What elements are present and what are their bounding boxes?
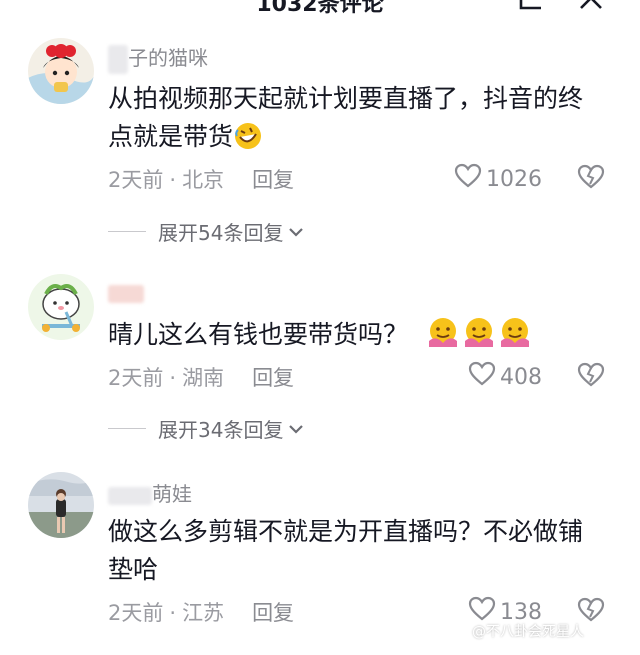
- comment-time: 2天前: [108, 601, 164, 625]
- hug-emoji-icon: [498, 315, 532, 349]
- like-count: 408: [500, 364, 542, 390]
- username[interactable]: [108, 280, 144, 304]
- comment-location: 江苏: [182, 601, 225, 625]
- meta-separator: ·: [169, 366, 177, 390]
- avatar[interactable]: [28, 38, 94, 104]
- comment-location: 湖南: [182, 366, 225, 390]
- hug-emoji-group: [418, 318, 532, 349]
- dislike-button[interactable]: [576, 163, 606, 191]
- comment-time: 2天前: [108, 168, 164, 192]
- comments-header: 1032条评论: [0, 0, 640, 17]
- chevron-down-icon: [287, 220, 305, 244]
- expand-replies-label: 展开54条回复: [158, 221, 284, 245]
- comment-meta: 2天前 · 北京 回复: [108, 164, 294, 194]
- reply-button[interactable]: 回复: [252, 366, 294, 390]
- avatar[interactable]: [28, 274, 94, 340]
- comment-location: 北京: [182, 168, 225, 192]
- heart-icon: [454, 163, 482, 195]
- divider-line: [108, 428, 146, 429]
- hug-emoji-icon: [426, 315, 460, 349]
- comment-text: 晴儿这么有钱也要带货吗？: [108, 315, 598, 354]
- username[interactable]: 蜜子的猫咪: [108, 42, 208, 74]
- reply-button[interactable]: 回复: [252, 168, 294, 192]
- comment-meta: 2天前 · 湖南 回复: [108, 362, 294, 392]
- dislike-button[interactable]: [576, 361, 606, 389]
- like-count: 1026: [486, 166, 542, 192]
- comment-text: 从拍视频那天起就计划要直播了，抖音的终点就是带货: [108, 80, 598, 156]
- broken-heart-icon: [576, 164, 606, 195]
- comment-meta: 2天前 · 江苏 回复: [108, 597, 294, 627]
- comment-text-body: 从拍视频那天起就计划要直播了，抖音的终点就是带货: [108, 84, 584, 151]
- comment-text-body: 晴儿这么有钱也要带货吗？: [108, 320, 409, 349]
- expand-replies-button[interactable]: 展开54条回复: [108, 217, 305, 246]
- username-text: 萌娃: [152, 482, 192, 506]
- username[interactable]: 萌娃: [108, 478, 192, 507]
- dislike-button[interactable]: [576, 596, 606, 624]
- divider-line: [108, 231, 146, 232]
- avatar[interactable]: [28, 472, 94, 538]
- username-redacted: 蜜: [108, 45, 128, 74]
- watermark: @不八卦会死星人: [472, 624, 584, 640]
- meta-separator: ·: [169, 168, 177, 192]
- like-button[interactable]: 1026: [454, 163, 542, 195]
- expand-replies-button[interactable]: 展开34条回复: [108, 414, 305, 443]
- username-redacted: [108, 486, 152, 505]
- hug-emoji-icon: [462, 315, 496, 349]
- username-text: 子的猫咪: [128, 46, 208, 70]
- heart-icon: [468, 361, 496, 393]
- like-button[interactable]: 408: [468, 361, 542, 393]
- broken-heart-icon: [576, 362, 606, 393]
- expand-replies-label: 展开34条回复: [158, 418, 284, 442]
- username-redacted: [108, 284, 144, 303]
- meta-separator: ·: [169, 601, 177, 625]
- collapse-icon[interactable]: [517, 0, 547, 12]
- rofl-emoji-icon: [233, 121, 263, 151]
- reply-button[interactable]: 回复: [252, 601, 294, 625]
- chevron-down-icon: [287, 417, 305, 441]
- comment-text: 做这么多剪辑不就是为开直播吗？不必做铺垫哈: [108, 517, 584, 584]
- comment-time: 2天前: [108, 366, 164, 390]
- close-icon[interactable]: [576, 0, 606, 12]
